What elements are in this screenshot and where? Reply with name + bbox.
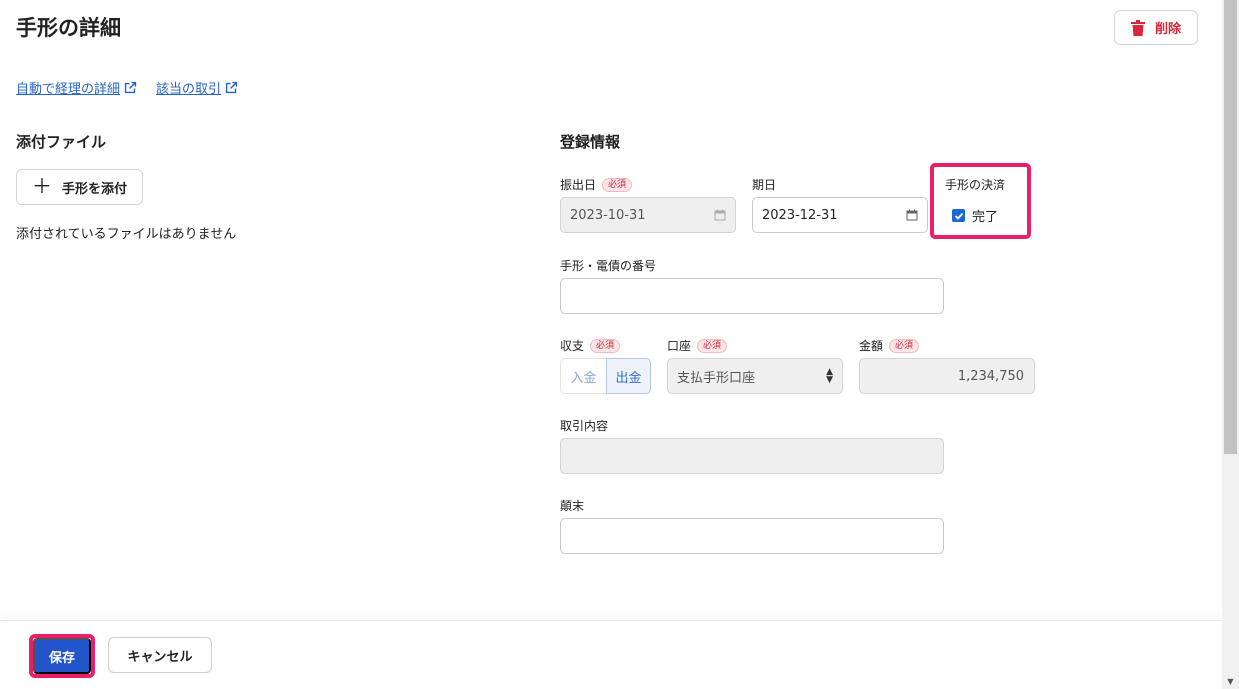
page-title: 手形の詳細 bbox=[16, 16, 121, 40]
calendar-icon bbox=[714, 209, 726, 221]
trash-icon bbox=[1130, 19, 1145, 36]
due-date-field[interactable]: 2023-12-31 bbox=[752, 197, 928, 233]
required-badge: 必須 bbox=[889, 338, 920, 353]
save-button[interactable]: 保存 bbox=[33, 638, 91, 674]
amount-label-row: 金額 必須 bbox=[859, 337, 920, 354]
auto-accounting-detail-label: 自動で経理の詳細 bbox=[16, 82, 121, 97]
settlement-highlight bbox=[930, 163, 1031, 239]
account-value: 支払手形口座 bbox=[677, 370, 756, 386]
checkbox-checked-icon[interactable] bbox=[952, 209, 965, 222]
summary-label: 顛末 bbox=[560, 499, 585, 513]
required-badge: 必須 bbox=[697, 338, 728, 353]
note-number-label-row: 手形・電債の番号 bbox=[560, 257, 656, 274]
due-date-label: 期日 bbox=[752, 178, 777, 192]
add-attachment-label: 手形を添付 bbox=[61, 180, 127, 196]
no-attachments-text: 添付されているファイルはありません bbox=[16, 227, 237, 242]
account-label: 口座 bbox=[667, 339, 692, 353]
summary-label-row: 顛末 bbox=[560, 497, 584, 514]
cancel-button[interactable]: キャンセル bbox=[108, 637, 212, 673]
delete-button[interactable]: 削除 bbox=[1114, 10, 1198, 45]
required-badge: 必須 bbox=[590, 338, 621, 353]
required-badge: 必須 bbox=[602, 177, 633, 192]
plus-icon: ＋ bbox=[31, 176, 52, 198]
add-attachment-button[interactable]: ＋ 手形を添付 bbox=[16, 169, 143, 205]
summary-input[interactable] bbox=[560, 518, 944, 554]
income-expense-label-row: 収支 必須 bbox=[560, 337, 621, 354]
issue-date-value: 2023-10-31 bbox=[570, 207, 646, 223]
account-label-row: 口座 必須 bbox=[667, 337, 728, 354]
settlement-label: 手形の決済 bbox=[945, 178, 1006, 192]
external-link-icon bbox=[124, 81, 137, 94]
settlement-complete-checkbox[interactable]: 完了 bbox=[952, 206, 998, 225]
related-transaction-label: 該当の取引 bbox=[156, 82, 222, 97]
calendar-icon[interactable] bbox=[906, 209, 918, 221]
description-label: 取引内容 bbox=[560, 419, 609, 433]
description-label-row: 取引内容 bbox=[560, 417, 608, 434]
note-number-input[interactable] bbox=[560, 278, 944, 314]
related-links: 自動で経理の詳細 該当の取引 bbox=[16, 78, 239, 97]
registration-title: 登録情報 bbox=[560, 133, 621, 151]
select-arrows-icon: ▲ ▼ bbox=[826, 367, 833, 385]
due-date-label-row: 期日 bbox=[752, 176, 776, 193]
note-number-label: 手形・電債の番号 bbox=[560, 259, 657, 273]
issue-date-label: 振出日 bbox=[560, 178, 597, 192]
amount-field: 1,234,750 bbox=[859, 358, 1035, 394]
income-expense-toggle[interactable]: 入金 出金 bbox=[560, 358, 651, 394]
issue-date-field: 2023-10-31 bbox=[560, 197, 736, 233]
issue-date-label-row: 振出日 必須 bbox=[560, 176, 633, 193]
income-expense-label: 収支 bbox=[560, 339, 585, 353]
income-option[interactable]: 入金 bbox=[560, 358, 606, 394]
delete-label: 削除 bbox=[1154, 21, 1181, 36]
scroll-down-arrow-icon[interactable]: ▼ bbox=[1222, 674, 1239, 689]
settlement-complete-label: 完了 bbox=[972, 210, 999, 225]
due-date-value: 2023-12-31 bbox=[762, 207, 838, 223]
expense-option[interactable]: 出金 bbox=[606, 358, 651, 394]
attachments-title: 添付ファイル bbox=[16, 133, 107, 151]
related-transaction-link[interactable]: 該当の取引 bbox=[156, 78, 239, 97]
amount-value: 1,234,750 bbox=[957, 368, 1024, 384]
auto-accounting-detail-link[interactable]: 自動で経理の詳細 bbox=[16, 78, 138, 97]
amount-label: 金額 bbox=[859, 339, 884, 353]
scrollbar-thumb[interactable] bbox=[1224, 0, 1237, 454]
external-link-icon bbox=[225, 81, 238, 94]
account-select: 支払手形口座 ▲ ▼ bbox=[667, 358, 843, 394]
description-field bbox=[560, 438, 944, 474]
